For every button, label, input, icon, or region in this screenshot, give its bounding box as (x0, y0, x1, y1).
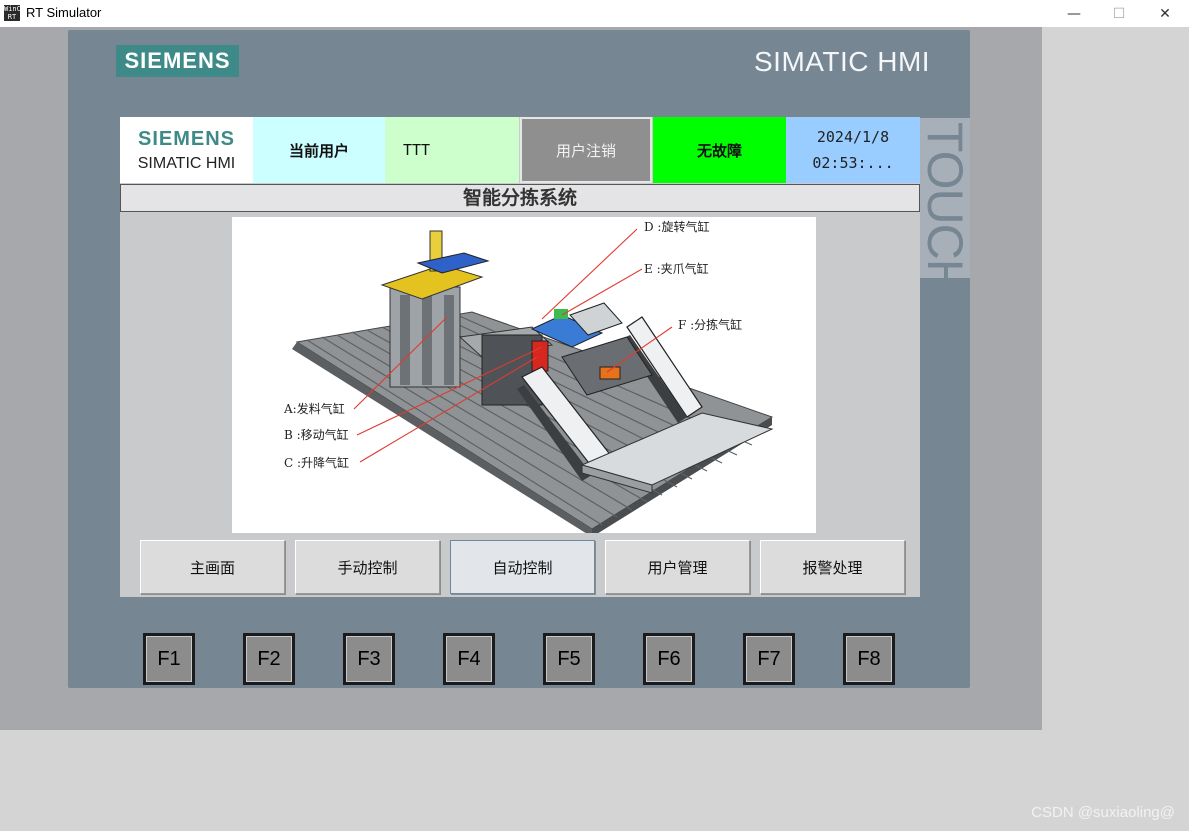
screen-title: 智能分拣系统 (120, 184, 920, 212)
machine-drawing: A:发料气缸 B :移动气缸 C :升降气缸 D :旋转气缸 E :夹爪气缸 F… (283, 219, 774, 533)
label-e-gripper-cylinder: E :夹爪气缸 (644, 261, 709, 276)
function-key-f4[interactable]: F4 (443, 633, 495, 685)
label-d-rotary-cylinder: D :旋转气缸 (644, 219, 709, 234)
window-title: RT Simulator (26, 5, 102, 20)
nav-manual-control-button[interactable]: 手动控制 (295, 540, 440, 594)
time-text: 02:53:... (812, 154, 894, 172)
function-key-f3[interactable]: F3 (343, 633, 395, 685)
hmi-screen: SIEMENS SIMATIC HMI 当前用户 TTT 用户注销 无故障 20… (120, 117, 920, 597)
header-logo-hmi: SIMATIC HMI (137, 154, 236, 172)
function-key-f8[interactable]: F8 (843, 633, 895, 685)
function-key-f1[interactable]: F1 (143, 633, 195, 685)
header-logo: SIEMENS SIMATIC HMI (120, 117, 253, 183)
label-c-lift-cylinder: C :升降气缸 (284, 455, 349, 470)
minimize-button[interactable]: — (1051, 0, 1097, 27)
touch-label: TOUCH (920, 122, 970, 278)
logout-button[interactable]: 用户注销 (520, 117, 652, 183)
watermark: CSDN @suxiaoling@ (1031, 804, 1175, 821)
function-key-f5[interactable]: F5 (543, 633, 595, 685)
label-a-feed-cylinder: A:发料气缸 (283, 401, 345, 416)
label-f-sorting-cylinder: F :分拣气缸 (678, 317, 742, 332)
panel-siemens-logo: SIEMENS (116, 45, 239, 77)
nav-auto-control-button[interactable]: 自动控制 (450, 540, 595, 594)
nav-main-screen-button[interactable]: 主画面 (140, 540, 285, 594)
header-logo-siemens: SIEMENS (137, 127, 236, 150)
nav-user-management-button[interactable]: 用户管理 (605, 540, 750, 594)
maximize-button[interactable]: ☐ (1096, 0, 1142, 27)
current-user-value: TTT (385, 117, 519, 183)
window-titlebar: WinCC RT RT Simulator — ☐ ✕ (0, 0, 1189, 27)
fault-status: 无故障 (653, 117, 786, 183)
date-text: 2024/1/8 (816, 128, 890, 146)
panel-brand: SIMATIC HMI (754, 46, 931, 77)
current-user-label: 当前用户 (253, 117, 385, 183)
datetime-display: 2024/1/8 02:53:... (786, 117, 920, 183)
touch-strip: TOUCH (920, 118, 970, 278)
nav-alarm-handling-button[interactable]: 报警处理 (760, 540, 905, 594)
function-key-f7[interactable]: F7 (743, 633, 795, 685)
app-icon: WinCC RT (4, 5, 26, 21)
label-b-move-cylinder: B :移动气缸 (284, 427, 349, 442)
close-button[interactable]: ✕ (1142, 0, 1188, 27)
machine-illustration: A:发料气缸 B :移动气缸 C :升降气缸 D :旋转气缸 E :夹爪气缸 F… (232, 217, 816, 533)
function-key-f6[interactable]: F6 (643, 633, 695, 685)
function-key-f2[interactable]: F2 (243, 633, 295, 685)
